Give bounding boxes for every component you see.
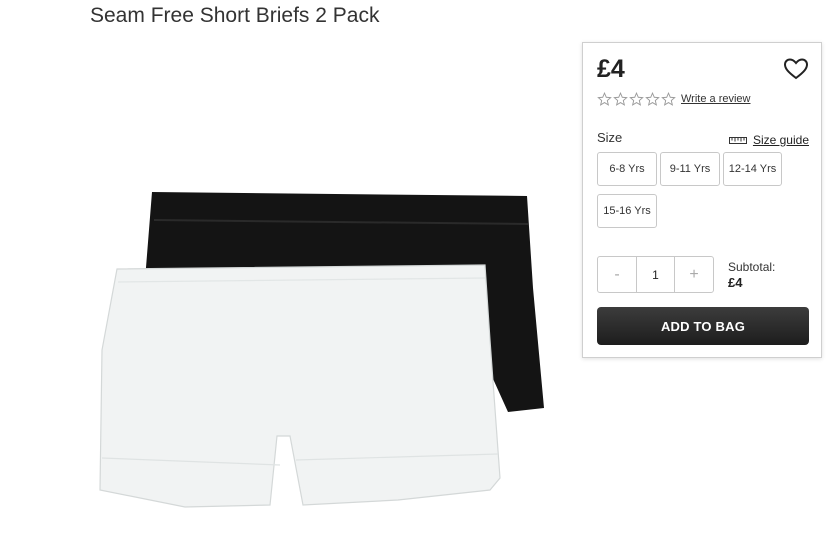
size-option-6-8[interactable]: 6-8 Yrs [597, 152, 657, 186]
purchase-panel: £4 Write a review Size Size guide 6-8 Yr… [582, 42, 822, 358]
white-brief [99, 264, 501, 508]
rating-stars [597, 92, 676, 107]
star-outline-icon [613, 92, 628, 106]
subtotal: Subtotal: £4 [728, 259, 775, 291]
size-option-15-16[interactable]: 15-16 Yrs [597, 194, 657, 228]
subtotal-amount: £4 [728, 275, 743, 290]
add-to-bag-button[interactable]: ADD TO BAG [597, 307, 809, 345]
size-option-9-11[interactable]: 9-11 Yrs [660, 152, 720, 186]
quantity-input[interactable]: 1 [636, 257, 675, 292]
size-guide-link[interactable]: Size guide [728, 133, 809, 147]
star-outline-icon [645, 92, 660, 106]
heart-icon[interactable] [783, 57, 809, 81]
size-option-12-14[interactable]: 12-14 Yrs [723, 152, 782, 186]
quantity-stepper: - 1 + [597, 256, 714, 293]
product-image [99, 192, 544, 508]
quantity-increase-button[interactable]: + [675, 257, 713, 292]
size-guide-label: Size guide [752, 133, 809, 147]
write-review-link[interactable]: Write a review [681, 93, 750, 105]
price: £4 [597, 55, 625, 83]
product-title: Seam Free Short Briefs 2 Pack [90, 4, 380, 27]
star-outline-icon [661, 92, 676, 106]
star-outline-icon [597, 92, 612, 106]
subtotal-label: Subtotal: [728, 260, 776, 274]
size-label: Size [597, 130, 623, 145]
quantity-decrease-button[interactable]: - [598, 257, 636, 292]
ruler-icon [728, 137, 747, 144]
star-outline-icon [629, 92, 644, 106]
